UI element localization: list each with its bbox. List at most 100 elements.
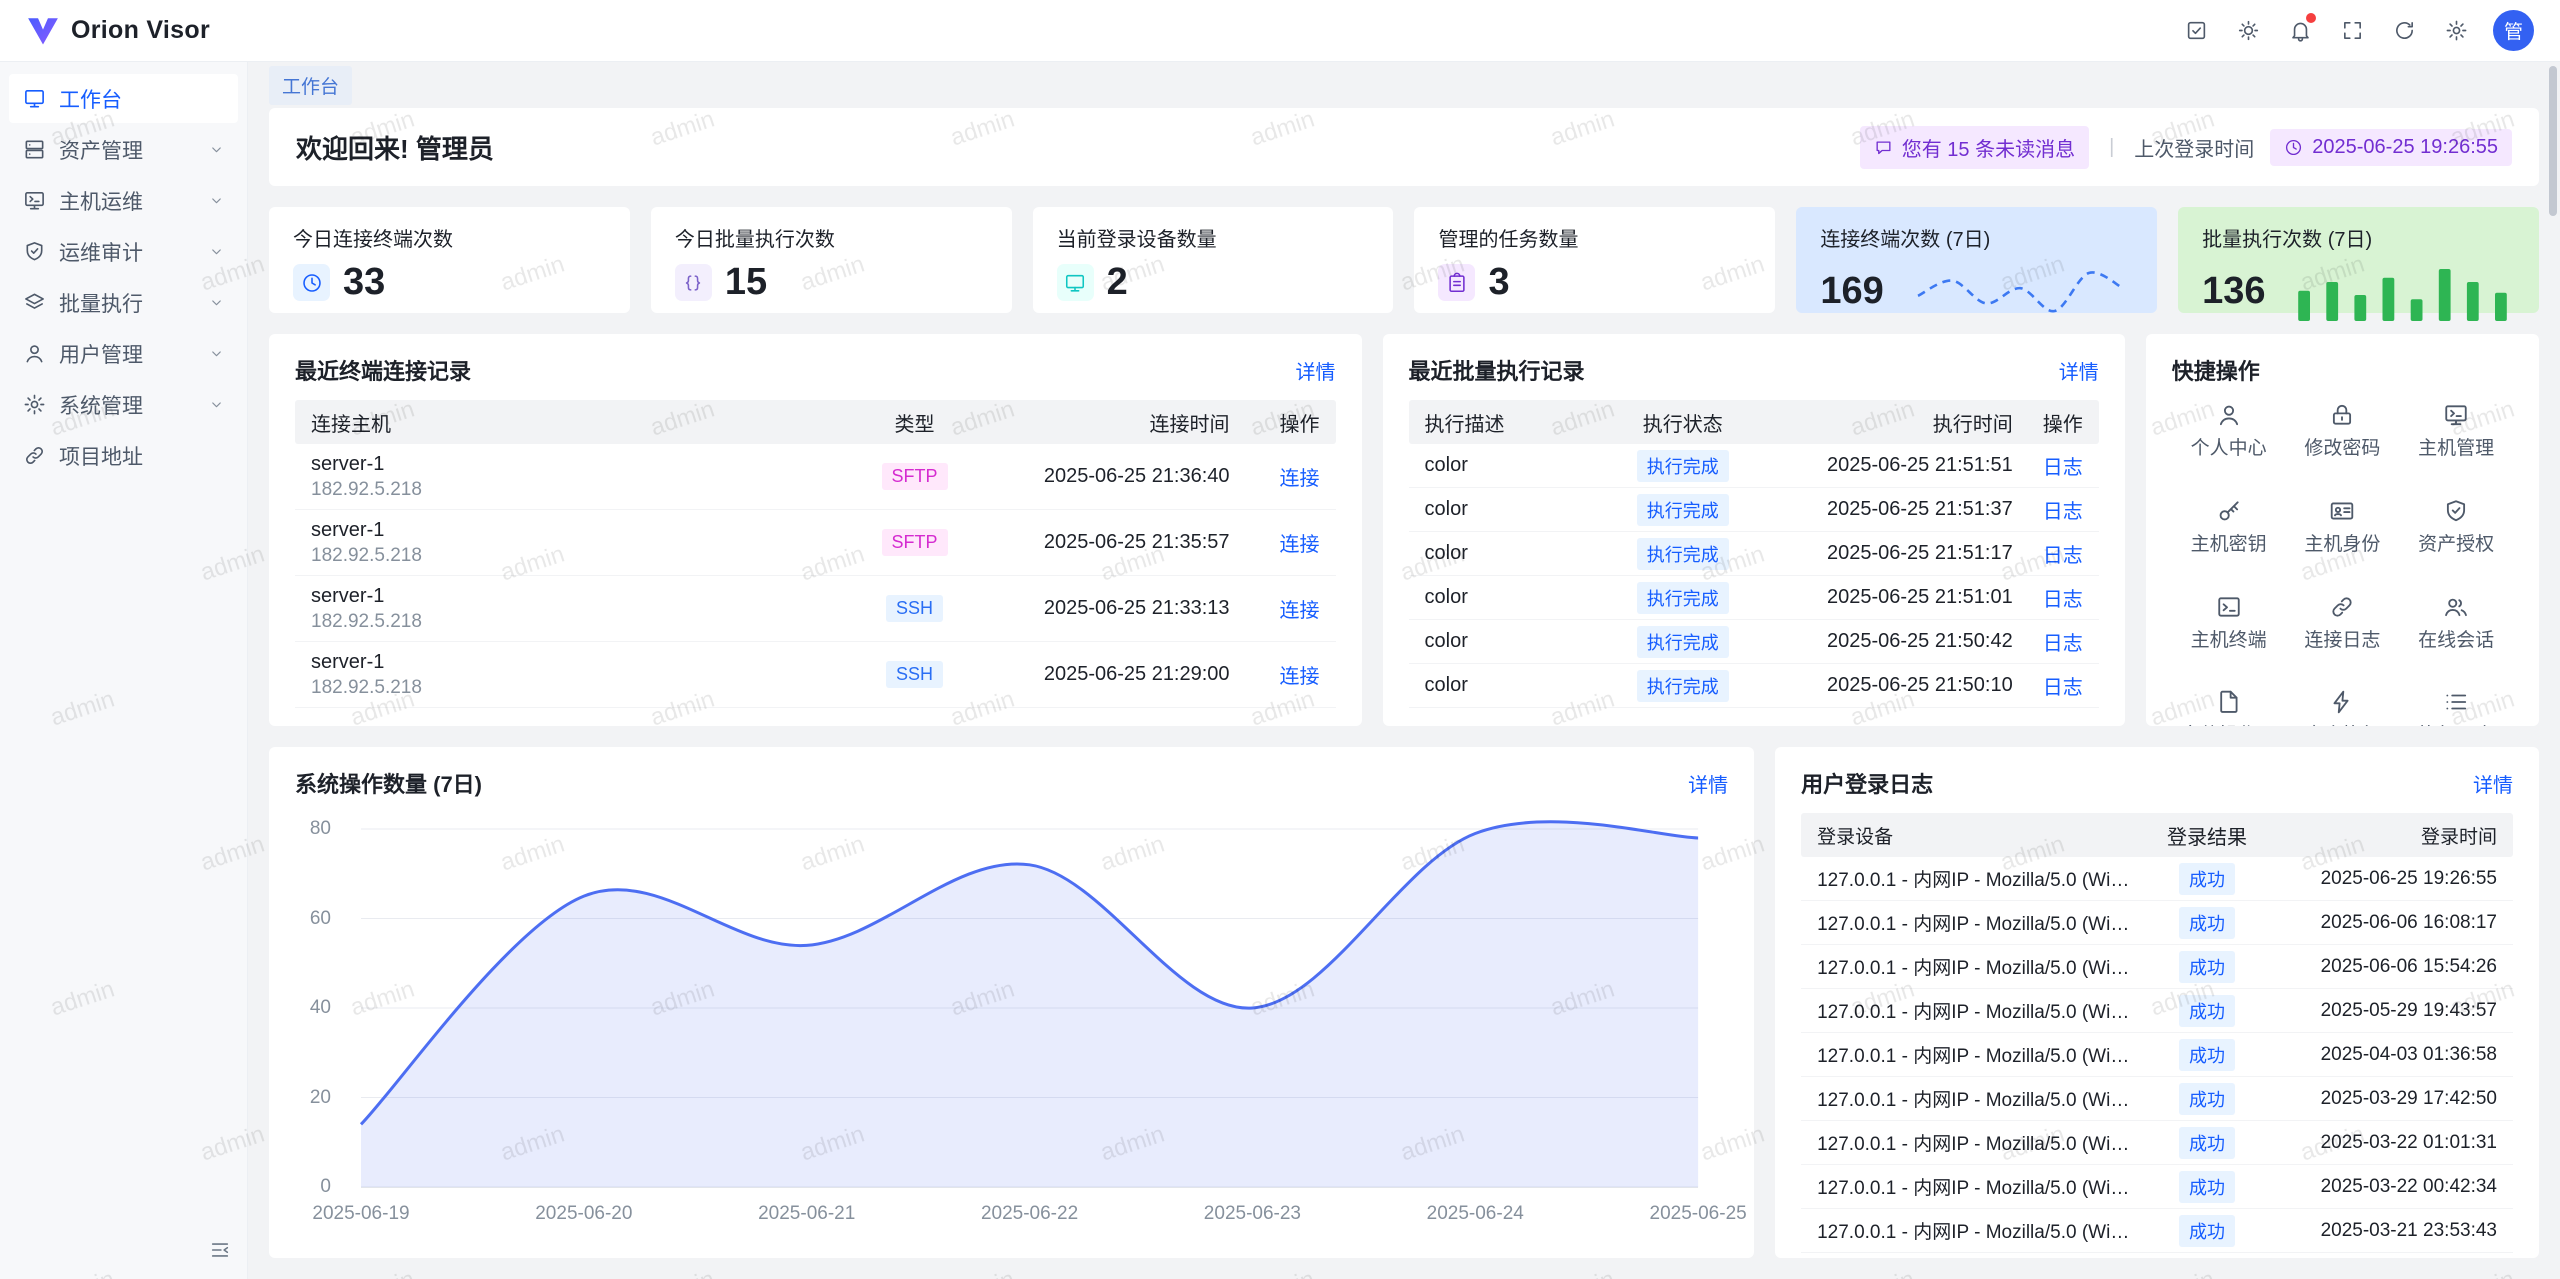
recent-batch-panel: 最近批量执行记录 详情 执行描述 执行状态 执行时间 操作 color 执行完成 <box>1383 334 2125 726</box>
log-link[interactable]: 日志 <box>2043 633 2083 655</box>
quick-action-connection-log[interactable]: 连接日志 <box>2285 594 2399 653</box>
sidebar-item-host-ops[interactable]: 主机运维 <box>9 176 238 225</box>
monitor-icon <box>1057 264 1094 301</box>
quick-action-command-exec[interactable]: 命令执行 <box>2285 689 2399 726</box>
fullscreen-icon[interactable] <box>2331 10 2373 52</box>
chevron-down-icon <box>209 244 224 259</box>
system-ops-chart <box>361 829 1698 1187</box>
file-icon <box>2216 689 2242 715</box>
shield-icon <box>2443 498 2469 524</box>
chart-x-axis: 2025-06-192025-06-202025-06-212025-06-22… <box>361 1193 1698 1223</box>
quick-action-online-sessions[interactable]: 在线会话 <box>2399 594 2513 653</box>
connect-link[interactable]: 连接 <box>1280 468 1320 490</box>
login-log-row: 127.0.0.1 - 内网IP - Mozilla/5.0 (Windows … <box>1801 1165 2513 1209</box>
stat-card-terminal-7d: 连接终端次数 (7日) 169 <box>1796 207 2157 313</box>
batch-table-row: color 执行完成 2025-06-25 21:51:37 日志 <box>1409 488 2099 532</box>
log-link[interactable]: 日志 <box>2043 589 2083 611</box>
user-avatar[interactable]: 管 <box>2493 10 2534 51</box>
topbar: Orion Visor 管 <box>0 0 2560 62</box>
system-ops-panel: 系统操作数量 (7日) 详情 020406080 2025-06-192025-… <box>269 747 1754 1258</box>
system-ops-plot: 020406080 2025-06-192025-06-202025-06-21… <box>361 829 1698 1188</box>
welcome-banner: 欢迎回来! 管理员 您有 15 条未读消息 | 上次登录时间 2025-06-2… <box>269 108 2539 186</box>
unread-messages-chip[interactable]: 您有 15 条未读消息 <box>1860 126 2089 169</box>
login-log-row: 127.0.0.1 - 内网IP - Mozilla/5.0 (Windows … <box>1801 989 2513 1033</box>
login-result-badge: 成功 <box>2179 951 2235 983</box>
connect-link[interactable]: 连接 <box>1280 666 1320 688</box>
panel-title: 最近终端连接记录 <box>295 354 471 386</box>
list-icon <box>2443 689 2469 715</box>
terminal-icon <box>2216 594 2242 620</box>
sidebar-item-system[interactable]: 系统管理 <box>9 380 238 429</box>
batch-table-body: color 执行完成 2025-06-25 21:51:51 日志 color … <box>1409 444 2099 708</box>
bolt-icon <box>2329 689 2355 715</box>
log-link[interactable]: 日志 <box>2043 545 2083 567</box>
quick-action-file-op-log[interactable]: 文件操作日志 <box>2172 689 2286 726</box>
chevron-down-icon <box>209 142 224 157</box>
settings-gear-icon[interactable] <box>2435 10 2477 52</box>
shield-icon <box>23 240 46 263</box>
monitor-icon <box>2443 402 2469 428</box>
login-result-badge: 成功 <box>2179 907 2235 939</box>
monitor-icon <box>23 189 46 212</box>
protocol-tag: SSH <box>886 595 943 622</box>
batch-table-row: color 执行完成 2025-06-25 21:51:17 日志 <box>1409 532 2099 576</box>
chart-detail-link[interactable]: 详情 <box>1688 769 1728 798</box>
quick-action-host-terminal[interactable]: 主机终端 <box>2172 594 2286 653</box>
app-brand: Orion Visor <box>26 14 210 48</box>
login-result-badge: 成功 <box>2179 1083 2235 1115</box>
login-result-badge: 成功 <box>2179 863 2235 895</box>
quick-action-change-password[interactable]: 修改密码 <box>2285 402 2399 461</box>
refresh-icon[interactable] <box>2383 10 2425 52</box>
lock-icon <box>2329 402 2355 428</box>
key-icon <box>2216 498 2242 524</box>
exec-status-badge: 执行完成 <box>1637 538 1729 570</box>
breadcrumb-item-workbench[interactable]: 工作台 <box>269 66 352 105</box>
last-login-time-chip: 2025-06-25 19:26:55 <box>2270 129 2512 166</box>
exec-status-badge: 执行完成 <box>1637 626 1729 658</box>
sidebar-item-audit[interactable]: 运维审计 <box>9 227 238 276</box>
clock-icon <box>293 264 330 301</box>
quick-actions-grid: 个人中心 修改密码 主机管理 <box>2172 402 2513 726</box>
notification-bell-icon[interactable] <box>2279 10 2321 52</box>
login-detail-link[interactable]: 详情 <box>2473 769 2513 798</box>
login-log-panel: 用户登录日志 详情 登录设备 登录结果 登录时间 127.0.0.1 - 内网I… <box>1775 747 2539 1258</box>
quick-action-host-keys[interactable]: 主机密钥 <box>2172 498 2286 557</box>
idcard-icon <box>2329 498 2355 524</box>
stat-card-batch-7d: 批量执行次数 (7日) 136 <box>2178 207 2539 313</box>
theme-toggle-icon[interactable] <box>2227 10 2269 52</box>
sidebar-menu: 工作台 资产管理 主机运维 运维审计 <box>0 74 247 480</box>
connect-link[interactable]: 连接 <box>1280 534 1320 556</box>
log-link[interactable]: 日志 <box>2043 677 2083 699</box>
log-link[interactable]: 日志 <box>2043 501 2083 523</box>
panel-title: 最近批量执行记录 <box>1409 354 1585 386</box>
sidebar-item-project-url[interactable]: 项目地址 <box>9 431 238 480</box>
log-link[interactable]: 日志 <box>2043 457 2083 479</box>
sidebar: 工作台 资产管理 主机运维 运维审计 <box>0 62 248 1279</box>
terminal-detail-link[interactable]: 详情 <box>1296 356 1336 385</box>
login-log-row: 127.0.0.1 - 内网IP - Mozilla/5.0 (Windows … <box>1801 945 2513 989</box>
todo-check-icon[interactable] <box>2175 10 2217 52</box>
exec-status-badge: 执行完成 <box>1637 670 1729 702</box>
sidebar-item-users[interactable]: 用户管理 <box>9 329 238 378</box>
connect-link[interactable]: 连接 <box>1280 600 1320 622</box>
batch-detail-link[interactable]: 详情 <box>2059 356 2099 385</box>
panel-title: 用户登录日志 <box>1801 767 1933 799</box>
users-icon <box>2443 594 2469 620</box>
dashboard-icon <box>23 87 46 110</box>
quick-action-personal-center[interactable]: 个人中心 <box>2172 402 2286 461</box>
scrollbar-thumb[interactable] <box>2549 66 2557 216</box>
quick-action-host-management[interactable]: 主机管理 <box>2399 402 2513 461</box>
chevron-down-icon <box>209 193 224 208</box>
sidebar-item-workbench[interactable]: 工作台 <box>9 74 238 123</box>
batch-table-row: color 执行完成 2025-06-25 21:50:42 日志 <box>1409 620 2099 664</box>
link-icon <box>23 444 46 467</box>
sidebar-item-assets[interactable]: 资产管理 <box>9 125 238 174</box>
quick-action-asset-auth[interactable]: 资产授权 <box>2399 498 2513 557</box>
quick-action-host-identity[interactable]: 主机身份 <box>2285 498 2399 557</box>
sidebar-collapse-icon[interactable] <box>205 1235 235 1265</box>
stat-card-terminal-today: 今日连接终端次数 33 <box>269 207 630 313</box>
quick-action-exec-log[interactable]: 执行日志 <box>2399 689 2513 726</box>
topbar-actions: 管 <box>2175 10 2534 52</box>
protocol-tag: SFTP <box>882 529 948 556</box>
sidebar-item-batch[interactable]: 批量执行 <box>9 278 238 327</box>
